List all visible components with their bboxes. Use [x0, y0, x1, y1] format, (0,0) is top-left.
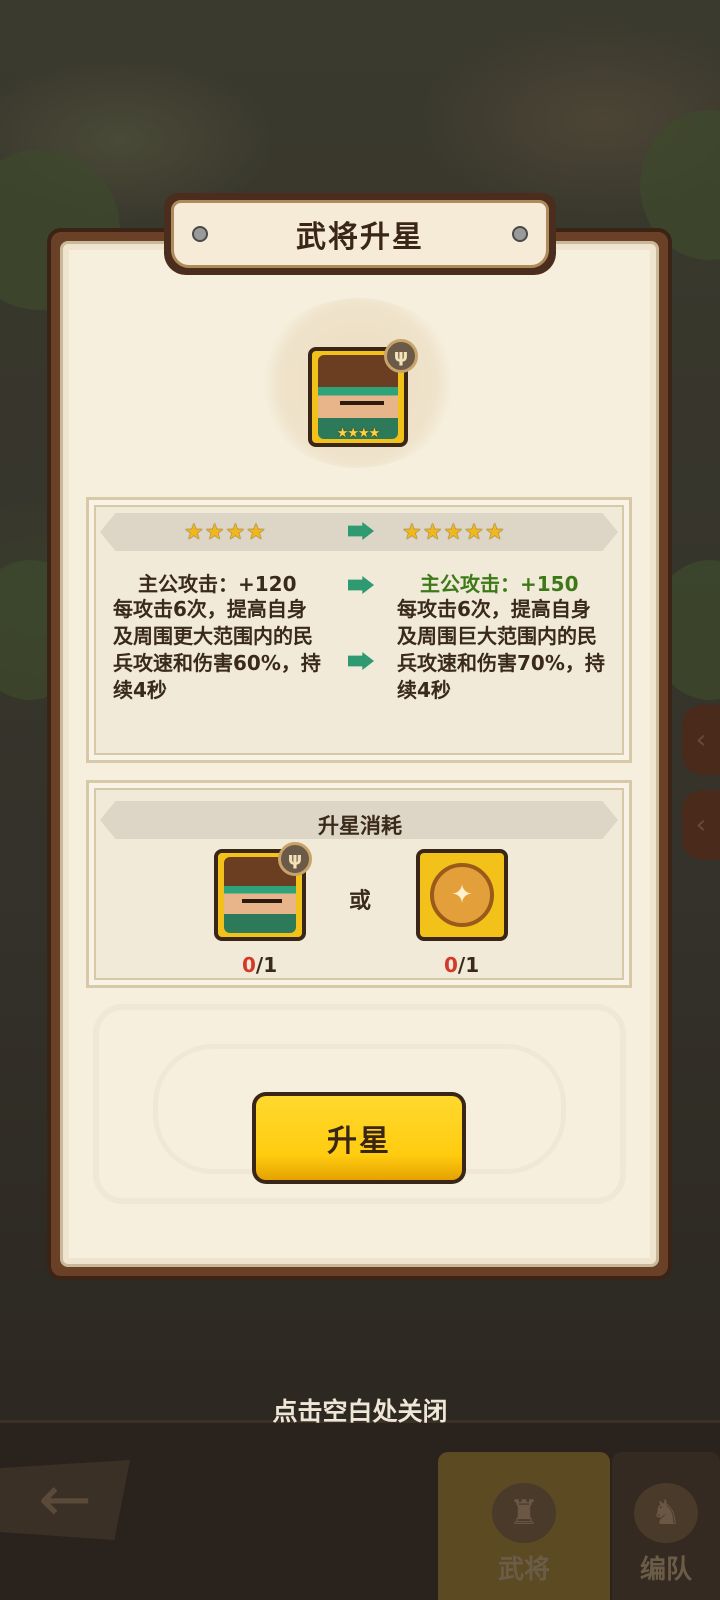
- universal-hero-token-icon: ✦: [430, 863, 494, 927]
- tab-heroes[interactable]: ♜ 武将: [438, 1452, 610, 1600]
- dialog-title: 武将升星: [296, 220, 424, 255]
- tab-formation-label: 编队: [639, 1555, 692, 1585]
- or-label: 或: [349, 889, 372, 914]
- rivet-icon: [192, 226, 208, 242]
- hero-star-rating: ★★★★: [336, 426, 381, 441]
- cost-title: 升星消耗: [318, 814, 402, 838]
- tab-formation[interactable]: ♞ 编队: [612, 1452, 720, 1600]
- next-attack: 主公攻击：+150: [420, 572, 579, 596]
- item-cost-count: 0/1: [444, 953, 480, 977]
- current-stars: ★★★★: [184, 519, 267, 545]
- upgrade-star-button-label: 升星: [256, 1096, 462, 1180]
- next-skill-desc: 每攻击6次，提高自身及周围巨大范围内的民兵攻速和伤害70%，持续4秒: [397, 597, 605, 702]
- back-arrow-icon[interactable]: ←: [0, 1460, 130, 1540]
- hero-helmet-icon: ♜: [492, 1483, 556, 1543]
- close-hint[interactable]: 点击空白处关闭: [0, 1392, 720, 1428]
- hero-token-item[interactable]: ✦: [416, 849, 508, 941]
- trident-badge-icon: ψ: [384, 339, 418, 373]
- side-tab[interactable]: ‹: [682, 705, 720, 775]
- hero-cost-count: 0/1: [242, 953, 278, 977]
- current-attack: 主公攻击：+120: [138, 572, 297, 596]
- next-stars: ★★★★★: [402, 519, 506, 545]
- rivet-icon: [512, 226, 528, 242]
- current-skill-desc: 每攻击6次，提高自身及周围更大范围内的民兵攻速和伤害60%，持续4秒: [113, 597, 321, 702]
- formation-icon: ♞: [634, 1483, 698, 1543]
- dialog-title-plate: 武将升星: [164, 193, 556, 275]
- upgrade-star-button[interactable]: 升星: [252, 1092, 466, 1184]
- tab-heroes-label: 武将: [497, 1555, 550, 1585]
- trident-badge-icon: ψ: [278, 842, 312, 876]
